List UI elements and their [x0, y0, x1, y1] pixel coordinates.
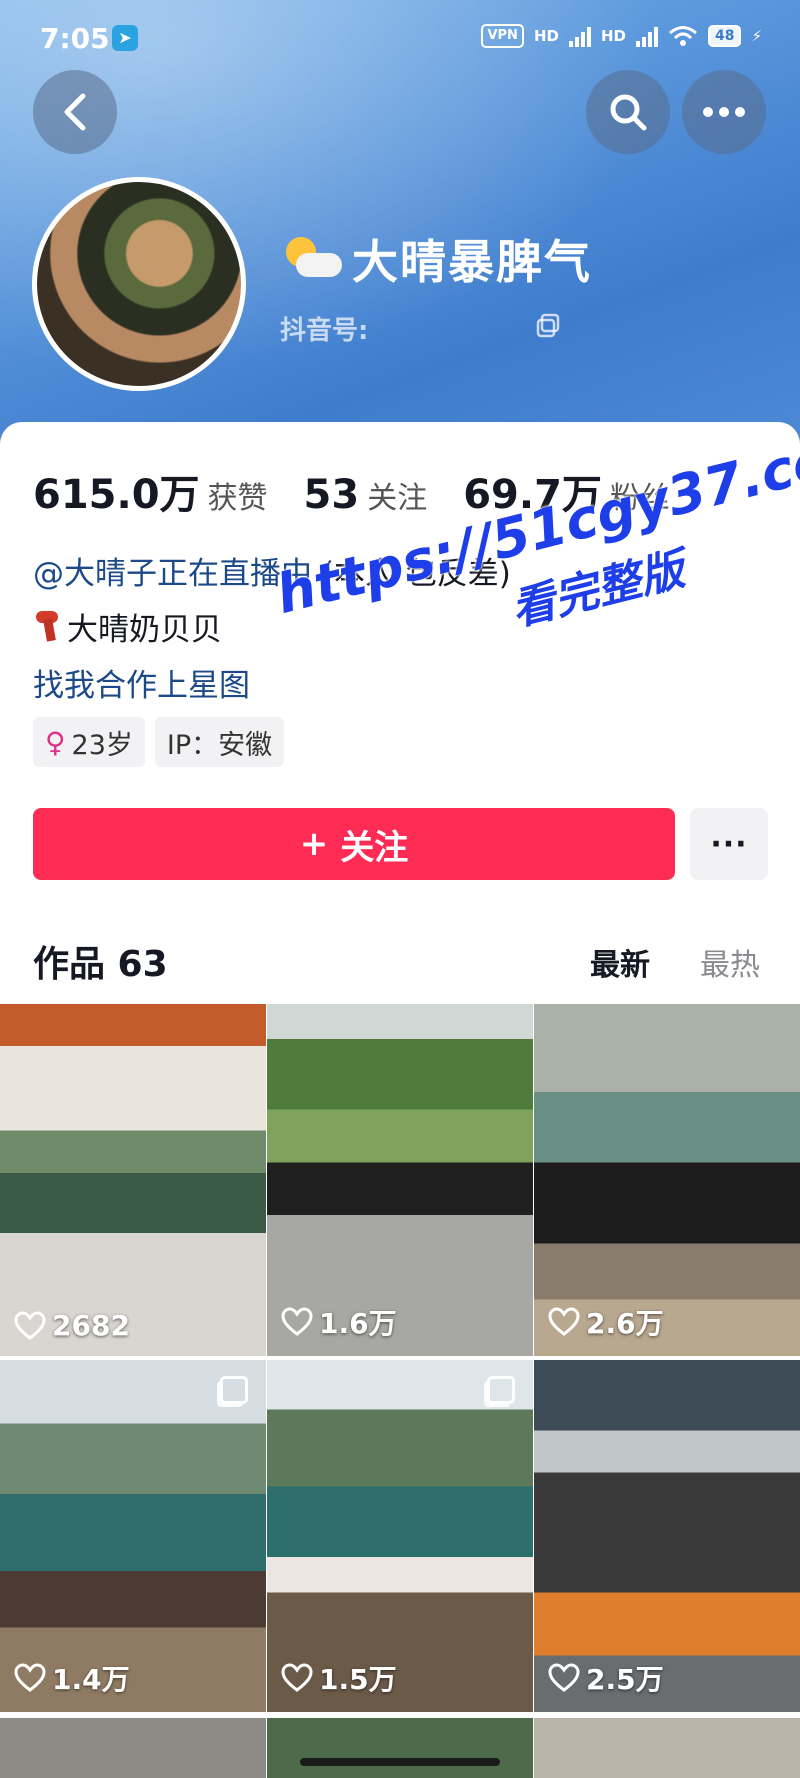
video-tile[interactable]: 2.5万 — [534, 1360, 800, 1712]
back-button[interactable] — [33, 70, 117, 154]
battery-icon: 48 — [707, 25, 742, 47]
home-indicator[interactable] — [300, 1758, 500, 1766]
bio-line-2-text: 大晴奶贝贝 — [67, 612, 222, 648]
stat-following-label: 关注 — [367, 481, 428, 516]
sun-cloud-icon — [282, 233, 344, 285]
search-icon — [610, 94, 647, 131]
multi-image-icon — [220, 1376, 248, 1404]
hd-label-2: HD — [600, 27, 626, 45]
stat-likes-label: 获赞 — [207, 481, 268, 516]
signal-icon — [568, 25, 591, 47]
heart-icon — [281, 1307, 313, 1336]
video-tile[interactable]: 2682 — [0, 1004, 266, 1356]
profile-page: { "status_bar": { "time": "7:05", "vpn":… — [0, 0, 800, 1778]
copy-icon[interactable] — [535, 313, 561, 339]
video-tile[interactable]: 2.6万 — [534, 1004, 800, 1356]
like-count-text: 1.5万 — [319, 1663, 397, 1696]
like-count-text: 2.6万 — [586, 1307, 664, 1340]
status-icons: VPN HD HD 48 ⚡ — [481, 24, 762, 48]
status-time: 7:05 — [40, 22, 110, 55]
douyin-id: 抖音号: — [280, 310, 368, 347]
bio-mention-link[interactable]: @大晴子正在直播中 — [33, 556, 312, 592]
more-dots-icon — [703, 107, 745, 117]
more-options-button[interactable] — [682, 70, 766, 154]
works-grid: 2682 1.6万 2.6万 1.4万 1.5万 2.5万 — [0, 1004, 800, 1712]
signal-icon-2 — [635, 25, 658, 47]
like-count-text: 1.6万 — [319, 1307, 397, 1340]
follow-more-button[interactable]: ··· — [690, 808, 768, 880]
heart-icon — [548, 1307, 580, 1336]
follow-button-label: 关注 — [340, 827, 409, 868]
tag-ip: IP：安徽 — [154, 717, 285, 767]
heart-icon — [548, 1663, 580, 1692]
video-tile[interactable]: 1.6万 — [267, 1004, 533, 1356]
status-bar: 7:05 ➤ VPN HD HD 48 ⚡ — [0, 0, 800, 76]
heart-icon — [281, 1663, 313, 1692]
works-grid-next-row — [0, 1718, 800, 1778]
search-button[interactable] — [586, 70, 670, 154]
profile-name-row: 大晴暴脾气 — [282, 226, 592, 292]
like-count-text: 2.5万 — [586, 1663, 664, 1696]
like-count: 1.5万 — [281, 1658, 397, 1698]
stat-likes-value: 615.0万 — [33, 472, 200, 518]
wifi-icon — [669, 26, 697, 46]
heart-icon — [14, 1663, 46, 1692]
like-count: 1.4万 — [14, 1658, 130, 1698]
bio-collab-link[interactable]: 找我合作上星图 — [33, 660, 250, 705]
follow-button[interactable]: + 关注 — [33, 808, 675, 880]
sort-newest-tab[interactable]: 最新 — [590, 940, 650, 984]
like-count: 2.5万 — [548, 1658, 664, 1698]
like-count: 2682 — [14, 1309, 130, 1342]
video-tile[interactable]: 1.5万 — [267, 1360, 533, 1712]
like-count: 1.6万 — [281, 1302, 397, 1342]
douyin-id-label: 抖音号: — [280, 316, 369, 346]
telegram-icon: ➤ — [112, 25, 138, 51]
works-tab-title[interactable]: 作品 63 — [33, 935, 168, 987]
plus-icon: + — [299, 824, 329, 864]
chevron-left-icon — [64, 93, 86, 131]
scarf-icon — [33, 610, 61, 643]
tag-age: ♀ 23岁 — [33, 717, 145, 767]
profile-name: 大晴暴脾气 — [352, 235, 592, 289]
charging-icon: ⚡ — [751, 27, 762, 45]
video-tile-partial[interactable] — [267, 1718, 533, 1778]
tag-age-text: 23岁 — [71, 729, 133, 761]
female-icon: ♀ — [45, 725, 66, 759]
like-count: 2.6万 — [548, 1302, 664, 1342]
multi-image-icon — [487, 1376, 515, 1404]
profile-tags: ♀ 23岁 IP：安徽 — [33, 717, 285, 767]
video-tile[interactable]: 1.4万 — [0, 1360, 266, 1712]
stat-following-value: 53 — [303, 472, 360, 518]
like-count-text: 1.4万 — [52, 1663, 130, 1696]
hd-label: HD — [533, 27, 559, 45]
video-tile-partial[interactable] — [0, 1718, 266, 1778]
video-tile-partial[interactable] — [534, 1718, 800, 1778]
vpn-icon: VPN — [481, 24, 524, 48]
like-count-text: 2682 — [52, 1309, 130, 1342]
avatar[interactable] — [32, 177, 246, 391]
stat-following[interactable]: 53 关注 — [304, 472, 428, 518]
bio-line-2: 大晴奶贝贝 — [33, 604, 222, 649]
heart-icon — [14, 1310, 46, 1340]
sort-hottest-tab[interactable]: 最热 — [700, 940, 760, 984]
tag-ip-text: IP：安徽 — [166, 729, 273, 761]
stat-likes[interactable]: 615.0万 获赞 — [33, 462, 268, 520]
